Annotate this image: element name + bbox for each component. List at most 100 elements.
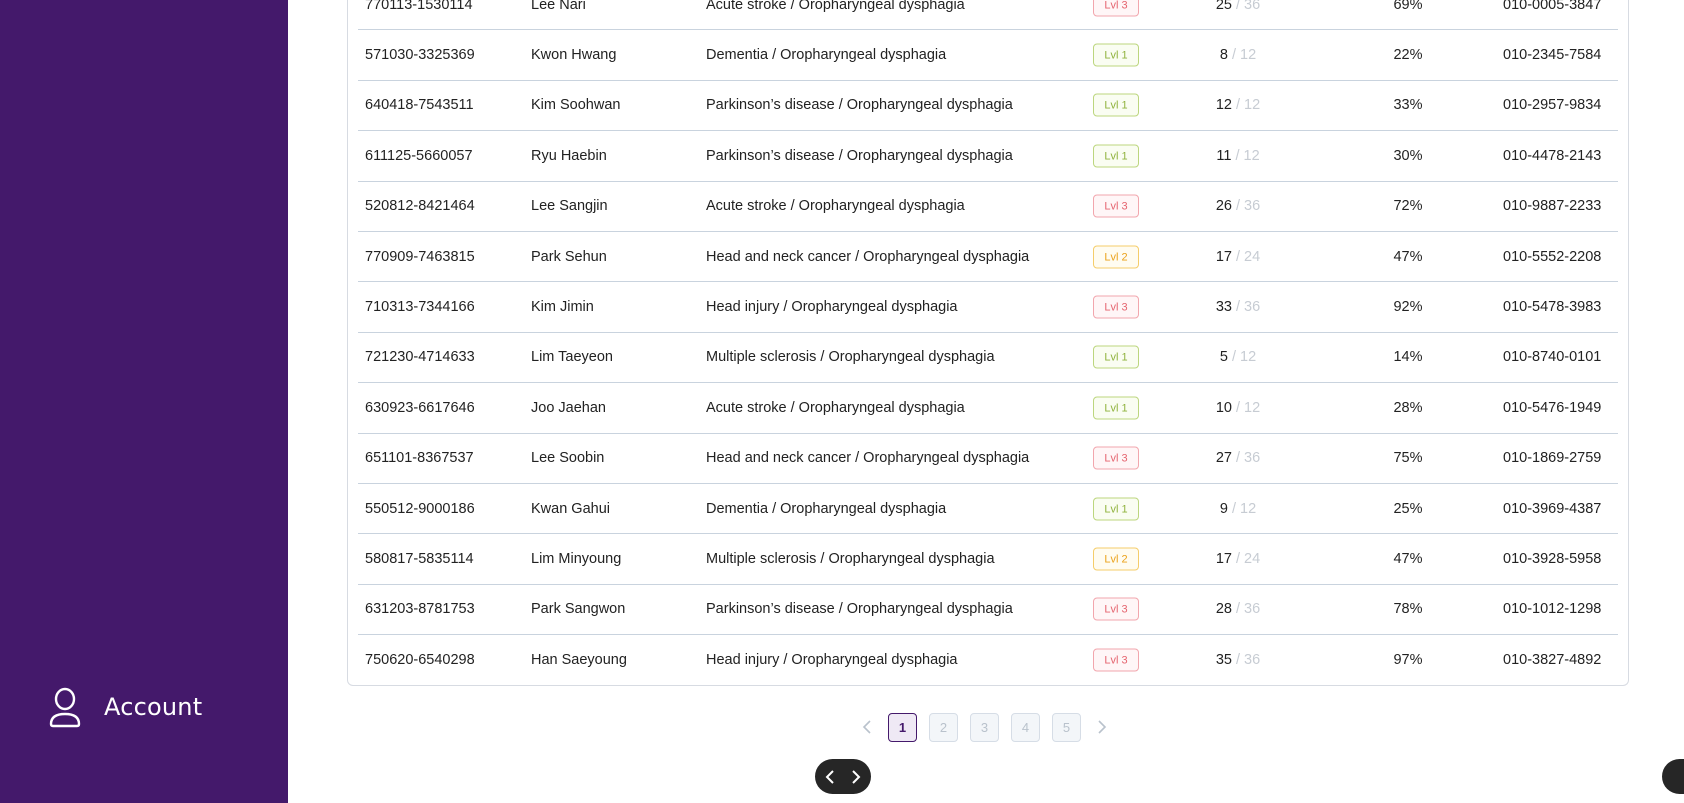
- sessions-total: 12: [1240, 500, 1257, 517]
- page-3-button[interactable]: 3: [970, 712, 999, 742]
- sidebar-item-account[interactable]: Account: [48, 686, 202, 728]
- level-badge: Lvl 2: [1093, 245, 1139, 269]
- page-2-button[interactable]: 2: [929, 712, 958, 742]
- account-label: Account: [104, 693, 203, 721]
- patient-id: 611125-5660057: [365, 147, 473, 164]
- back-button[interactable]: [817, 759, 843, 794]
- sessions-done: 12: [1215, 97, 1232, 114]
- level-badge: Lvl 1: [1093, 43, 1139, 67]
- patient-phone: 010-0005-3847: [1503, 0, 1602, 13]
- sessions-done: 11: [1216, 147, 1232, 164]
- progress-separator: /: [1235, 399, 1241, 416]
- table-row[interactable]: 630923-6617646 Joo Jaehan Acute stroke / O…: [358, 383, 1618, 434]
- next-page-button[interactable]: [1093, 712, 1111, 742]
- patient-name: Kwan Gahui: [531, 500, 610, 517]
- level-badge-cell: Lvl 1: [1093, 93, 1139, 117]
- level-badge-cell: Lvl 3: [1093, 295, 1139, 319]
- patient-id: 710313-7344166: [365, 299, 475, 316]
- table-row[interactable]: 640418-7543511 Kim Soohwan Parkinson’s dis…: [358, 81, 1618, 132]
- level-badge: Lvl 3: [1093, 295, 1139, 319]
- patient-phone: 010-8740-0101: [1503, 349, 1602, 366]
- table-row[interactable]: 721230-4714633 Lim Taeyeon Multiple sclero…: [358, 333, 1618, 384]
- table-row[interactable]: 651101-8367537 Lee Soobin Head and neck ca…: [358, 434, 1618, 484]
- table-row[interactable]: 770113-1530114 Lee Nari Acute stroke / Oro…: [358, 0, 1618, 31]
- patient-name: Park Sehun: [531, 248, 607, 265]
- sessions-total: 12: [1240, 47, 1257, 64]
- table-row[interactable]: 770909-7463815 Park Sehun Head and neck ca…: [358, 232, 1618, 283]
- patient-diagnosis: Acute stroke / Oropharyngeal dysphagia: [706, 399, 965, 416]
- session-progress: 12 / 12: [1188, 97, 1288, 113]
- progress-separator: /: [1231, 349, 1236, 366]
- progress-separator: /: [1235, 248, 1241, 265]
- patient-phone: 010-3827-4892: [1503, 651, 1602, 668]
- session-progress: 17 / 24: [1188, 249, 1288, 265]
- progress-separator: /: [1235, 97, 1241, 114]
- level-badge: Lvl 3: [1093, 194, 1139, 218]
- progress-percent: 69%: [1393, 0, 1423, 13]
- session-progress: 26 / 36: [1188, 198, 1288, 214]
- sessions-done: 5: [1219, 349, 1228, 366]
- level-badge-cell: Lvl 3: [1093, 446, 1139, 470]
- page-4-button[interactable]: 4: [1011, 712, 1040, 742]
- session-progress: 11 / 12: [1188, 148, 1288, 164]
- progress-separator: /: [1235, 147, 1240, 164]
- table-row[interactable]: 571030-3325369 Kwon Hwang Dementia / Oroph…: [358, 30, 1618, 81]
- level-badge: Lvl 1: [1093, 497, 1139, 521]
- floating-action-button[interactable]: [1662, 759, 1684, 794]
- forward-button[interactable]: [843, 759, 869, 794]
- table-row[interactable]: 580817-5835114 Lim Minyoung Multiple scler…: [358, 534, 1618, 585]
- browser-nav-pill: [815, 759, 871, 794]
- progress-separator: /: [1231, 47, 1236, 64]
- level-badge-cell: Lvl 3: [1093, 648, 1139, 672]
- patient-diagnosis: Dementia / Oropharyngeal dysphagia: [706, 500, 947, 517]
- progress-separator: /: [1231, 500, 1236, 517]
- patient-name: Kim Jimin: [531, 299, 594, 316]
- sessions-total: 12: [1244, 399, 1261, 416]
- sessions-total: 12: [1244, 97, 1261, 114]
- table-row[interactable]: 611125-5660057 Ryu Haebin Parkinson’s dise…: [358, 131, 1618, 182]
- chevron-left-icon: [862, 720, 871, 734]
- sessions-done: 17: [1215, 248, 1232, 265]
- sessions-total: 12: [1243, 147, 1260, 164]
- patient-name: Ryu Haebin: [531, 147, 607, 164]
- level-badge: Lvl 2: [1093, 547, 1139, 571]
- session-progress: 8 / 12: [1188, 47, 1288, 63]
- level-badge: Lvl 3: [1093, 446, 1139, 470]
- patient-id: 630923-6617646: [365, 399, 475, 416]
- table-row[interactable]: 550512-9000186 Kwan Gahui Dementia / Oroph…: [358, 484, 1618, 535]
- progress-percent: 14%: [1393, 349, 1423, 366]
- patient-name: Lee Soobin: [531, 450, 605, 467]
- level-badge-cell: Lvl 1: [1093, 396, 1139, 420]
- progress-percent: 92%: [1393, 299, 1423, 316]
- patient-id: 770113-1530114: [365, 0, 473, 13]
- patient-name: Kim Soohwan: [531, 97, 621, 114]
- sessions-done: 8: [1219, 47, 1228, 64]
- session-progress: 10 / 12: [1188, 400, 1288, 416]
- patient-name: Park Sangwon: [531, 601, 626, 618]
- patient-diagnosis: Acute stroke / Oropharyngeal dysphagia: [706, 198, 965, 215]
- patient-phone: 010-5552-2208: [1503, 248, 1602, 265]
- table-row[interactable]: 710313-7344166 Kim Jimin Head injury / Oro…: [358, 282, 1618, 333]
- table-row[interactable]: 631203-8781753 Park Sangwon Parkinson’s di…: [358, 585, 1618, 636]
- level-badge-cell: Lvl 3: [1093, 597, 1139, 621]
- chevron-left-icon: [825, 769, 834, 784]
- page-1-button[interactable]: 1: [888, 712, 917, 742]
- sessions-done: 28: [1215, 601, 1232, 618]
- level-badge: Lvl 1: [1093, 345, 1139, 369]
- progress-percent: 75%: [1393, 450, 1423, 467]
- level-badge: Lvl 1: [1093, 396, 1139, 420]
- progress-percent: 25%: [1393, 500, 1423, 517]
- table-row[interactable]: 520812-8421464 Lee Sangjin Acute stroke / …: [358, 182, 1618, 232]
- progress-separator: /: [1235, 299, 1241, 316]
- progress-separator: /: [1235, 601, 1241, 618]
- patient-id: 580817-5835114: [365, 550, 474, 567]
- patient-phone: 010-3928-5958: [1503, 550, 1602, 567]
- sessions-total: 12: [1240, 349, 1257, 366]
- sessions-total: 36: [1244, 651, 1261, 668]
- prev-page-button[interactable]: [858, 712, 876, 742]
- level-badge-cell: Lvl 3: [1093, 194, 1139, 218]
- progress-percent: 97%: [1393, 651, 1423, 668]
- patient-diagnosis: Head injury / Oropharyngeal dysphagia: [706, 299, 958, 316]
- page-5-button[interactable]: 5: [1052, 712, 1081, 742]
- table-row[interactable]: 750620-6540298 Han Saeyoung Head injury / …: [358, 635, 1618, 684]
